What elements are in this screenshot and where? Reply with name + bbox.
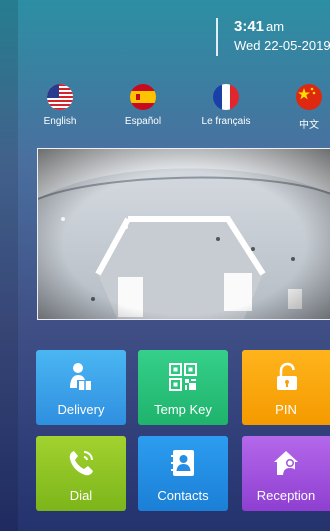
date-display: Wed 22-05-2019 <box>234 38 330 53</box>
temp-key-label: Temp Key <box>154 402 212 417</box>
language-spanish[interactable]: Español <box>108 84 178 134</box>
language-french[interactable]: Le français <box>191 84 261 134</box>
reception-house-icon <box>272 448 302 478</box>
dial-button[interactable]: Dial <box>36 436 126 511</box>
phone-call-icon <box>66 448 96 478</box>
time-ampm: am <box>266 19 285 34</box>
unlock-icon <box>272 362 302 392</box>
pin-button[interactable]: PIN <box>242 350 330 425</box>
temp-key-button[interactable]: Temp Key <box>138 350 228 425</box>
intercom-screen: 3:41 am Wed 22-05-2019 English Español L… <box>0 0 330 531</box>
delivery-button[interactable]: Delivery <box>36 350 126 425</box>
time-value: 3:41 <box>234 18 265 35</box>
contact-card-icon <box>168 448 198 478</box>
contacts-label: Contacts <box>157 488 209 503</box>
language-bar: English Español Le français 中文 <box>0 84 330 134</box>
spain-flag-icon <box>130 84 156 110</box>
contacts-button[interactable]: Contacts <box>138 436 228 511</box>
us-flag-icon <box>47 84 73 110</box>
pin-label: PIN <box>275 402 297 417</box>
reception-label: Reception <box>256 488 316 503</box>
china-flag-icon <box>296 84 322 110</box>
france-flag-icon <box>213 84 239 110</box>
language-chinese[interactable]: 中文 <box>274 84 330 134</box>
reception-button[interactable]: Reception <box>242 436 330 511</box>
delivery-person-icon <box>66 362 96 392</box>
camera-feed[interactable] <box>37 148 330 320</box>
language-label-spanish: Español <box>124 116 162 127</box>
language-label-chinese: 中文 <box>299 120 319 131</box>
language-label-english: English <box>43 116 77 127</box>
dial-label: Dial <box>69 488 93 503</box>
delivery-label: Delivery <box>57 402 105 417</box>
clock-panel: 3:41 am Wed 22-05-2019 <box>216 18 330 56</box>
language-label-french: Le français <box>201 116 251 127</box>
qr-code-icon <box>168 362 198 392</box>
time-display: 3:41 am <box>234 18 284 35</box>
language-english[interactable]: English <box>25 84 95 134</box>
